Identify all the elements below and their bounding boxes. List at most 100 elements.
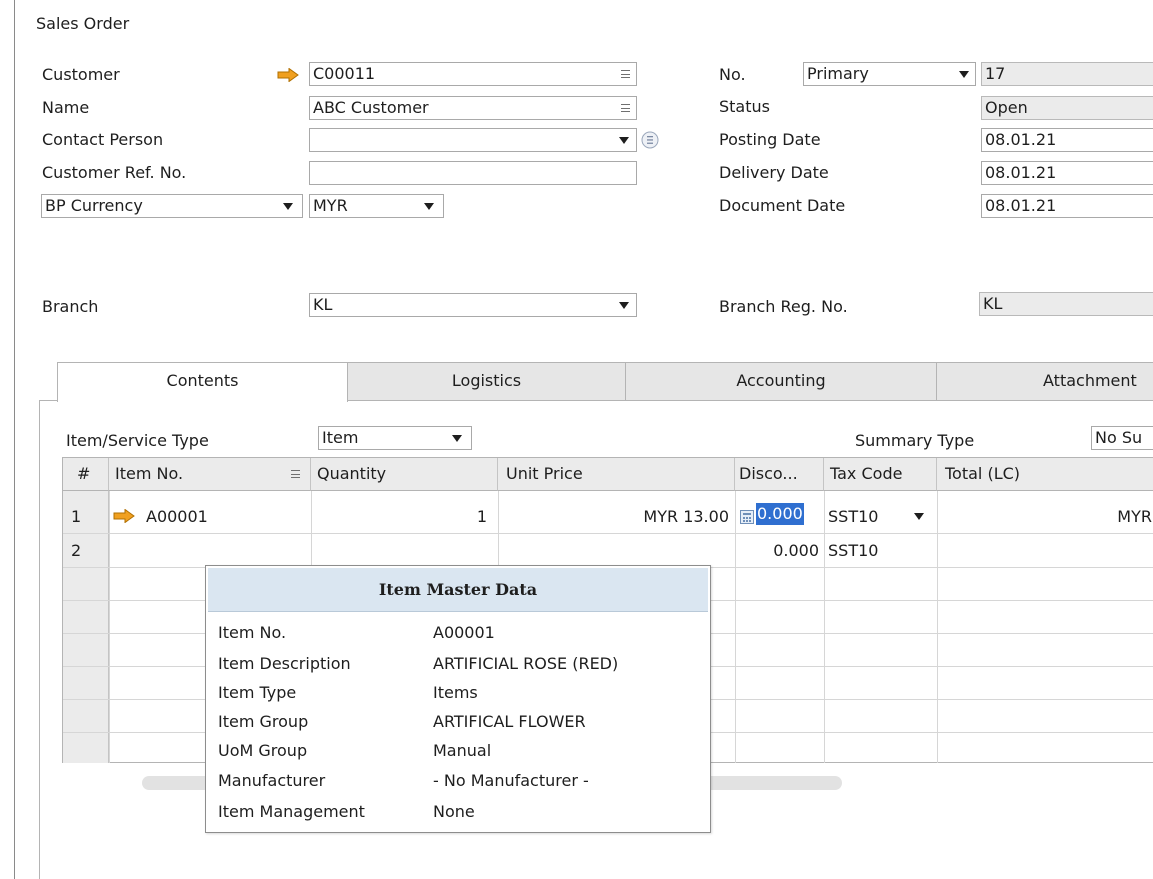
status-value: Open [985,98,1028,117]
customer-field[interactable]: C00011 [309,62,637,86]
series-value: Primary [807,64,869,83]
branch-reg-value: KL [983,294,1003,313]
customer-link-arrow-icon[interactable] [277,68,299,82]
tooltip-value: ARTIFICAL FLOWER [433,712,586,731]
document-date-label: Document Date [719,196,846,215]
summary-type-label: Summary Type [855,431,975,450]
item-service-type-label: Item/Service Type [66,431,209,450]
posting-date-value: 08.01.21 [985,130,1057,149]
column-header-unit-price[interactable]: Unit Price [498,458,735,491]
dropdown-arrow-icon[interactable] [424,203,434,210]
summary-type-value: No Su [1095,428,1143,447]
customer-ref-label: Customer Ref. No. [42,163,187,182]
column-header-row-number[interactable]: # [63,458,109,491]
currency-value: MYR [313,196,348,215]
status-field: Open [981,96,1153,120]
list-menu-icon[interactable] [621,104,630,112]
column-header-item-no[interactable]: Item No. [109,458,311,491]
bp-currency-select[interactable]: BP Currency [41,194,303,218]
tooltip-title: Item Master Data [208,568,708,612]
column-header-tax-code[interactable]: Tax Code [824,458,937,491]
tab-accounting[interactable]: Accounting [625,362,937,400]
dropdown-arrow-icon[interactable] [959,71,969,78]
name-value: ABC Customer [313,98,429,117]
list-menu-icon[interactable] [291,470,300,478]
delivery-date-label: Delivery Date [719,163,829,182]
item-service-type-value: Item [322,428,359,447]
tab-panel-left-border [39,400,40,879]
item-no-cell[interactable]: A00001 [146,501,208,533]
tax-code-cell[interactable]: SST10 [828,501,878,533]
tooltip-key: Item No. [218,623,287,642]
list-menu-icon[interactable] [621,70,630,78]
dropdown-arrow-icon[interactable] [619,302,629,309]
doc-number-field[interactable]: 17 [981,62,1153,86]
row-number-gutter [63,491,109,763]
grid-column-line [824,491,825,763]
tab-contents[interactable]: Contents [57,362,348,402]
item-link-arrow-icon[interactable] [113,509,135,523]
document-date-value: 08.01.21 [985,196,1057,215]
unit-price-cell[interactable]: MYR 13.00 [498,501,729,533]
delivery-date-field[interactable]: 08.01.21 [981,161,1153,185]
delivery-date-value: 08.01.21 [985,163,1057,182]
total-lc-cell[interactable]: MYR [937,501,1153,533]
discount-cell[interactable]: 0.000 [735,535,819,567]
branch-value: KL [313,295,333,314]
name-label: Name [42,98,90,117]
tax-code-cell[interactable]: SST10 [828,535,878,567]
row-number[interactable]: 2 [71,535,81,567]
column-header-total-lc[interactable]: Total (LC) [937,458,1153,491]
tab-logistics[interactable]: Logistics [347,362,626,400]
contact-person-field[interactable] [309,128,637,152]
grid-row-line [63,533,1153,534]
branch-reg-label: Branch Reg. No. [719,297,848,316]
tab-attachments[interactable]: Attachment [936,362,1153,400]
name-field[interactable]: ABC Customer [309,96,637,120]
dropdown-arrow-icon[interactable] [452,435,462,442]
tooltip-key: Item Type [218,683,297,702]
column-header-discount[interactable]: Disco... [735,458,824,491]
tooltip-value: None [433,802,475,821]
customer-label: Customer [42,65,120,84]
column-header-item-no-label: Item No. [115,464,184,483]
branch-reg-field: KL [979,292,1153,316]
info-icon[interactable] [641,131,659,149]
document-date-field[interactable]: 08.01.21 [981,194,1153,218]
tooltip-key: Item Management [218,802,365,821]
tooltip-key: UoM Group [218,741,308,760]
doc-number-value: 17 [985,64,1006,83]
column-header-quantity[interactable]: Quantity [311,458,498,491]
quantity-cell[interactable]: 1 [311,501,487,533]
tooltip-value: Manual [433,741,492,760]
discount-cell-selected[interactable]: 0.000 [756,503,804,525]
calculator-icon[interactable] [740,510,754,524]
tooltip-value: ARTIFICIAL ROSE (RED) [433,654,619,673]
status-label: Status [719,97,770,116]
tooltip-value: A00001 [433,623,495,642]
item-service-type-select[interactable]: Item [318,426,472,450]
contact-person-label: Contact Person [42,130,164,149]
tooltip-key: Item Description [218,654,351,673]
posting-date-field[interactable]: 08.01.21 [981,128,1153,152]
dropdown-arrow-icon[interactable] [283,203,293,210]
no-label: No. [719,65,746,84]
row-number[interactable]: 1 [71,501,81,533]
branch-field[interactable]: KL [309,293,637,317]
bp-currency-label: BP Currency [45,196,143,215]
currency-select[interactable]: MYR [309,194,444,218]
dropdown-arrow-icon[interactable] [914,513,924,520]
dropdown-arrow-icon[interactable] [619,137,629,144]
posting-date-label: Posting Date [719,130,821,149]
tooltip-key: Manufacturer [218,771,326,790]
window-title: Sales Order [36,14,130,33]
branch-label: Branch [42,297,99,316]
tooltip-value: Items [433,683,478,702]
tooltip-key: Item Group [218,712,309,731]
series-select[interactable]: Primary [803,62,976,86]
grid-column-line [735,491,736,763]
summary-type-select[interactable]: No Su [1091,426,1153,450]
customer-value: C00011 [313,64,376,83]
window-left-border [14,0,15,879]
customer-ref-field[interactable] [309,161,637,185]
